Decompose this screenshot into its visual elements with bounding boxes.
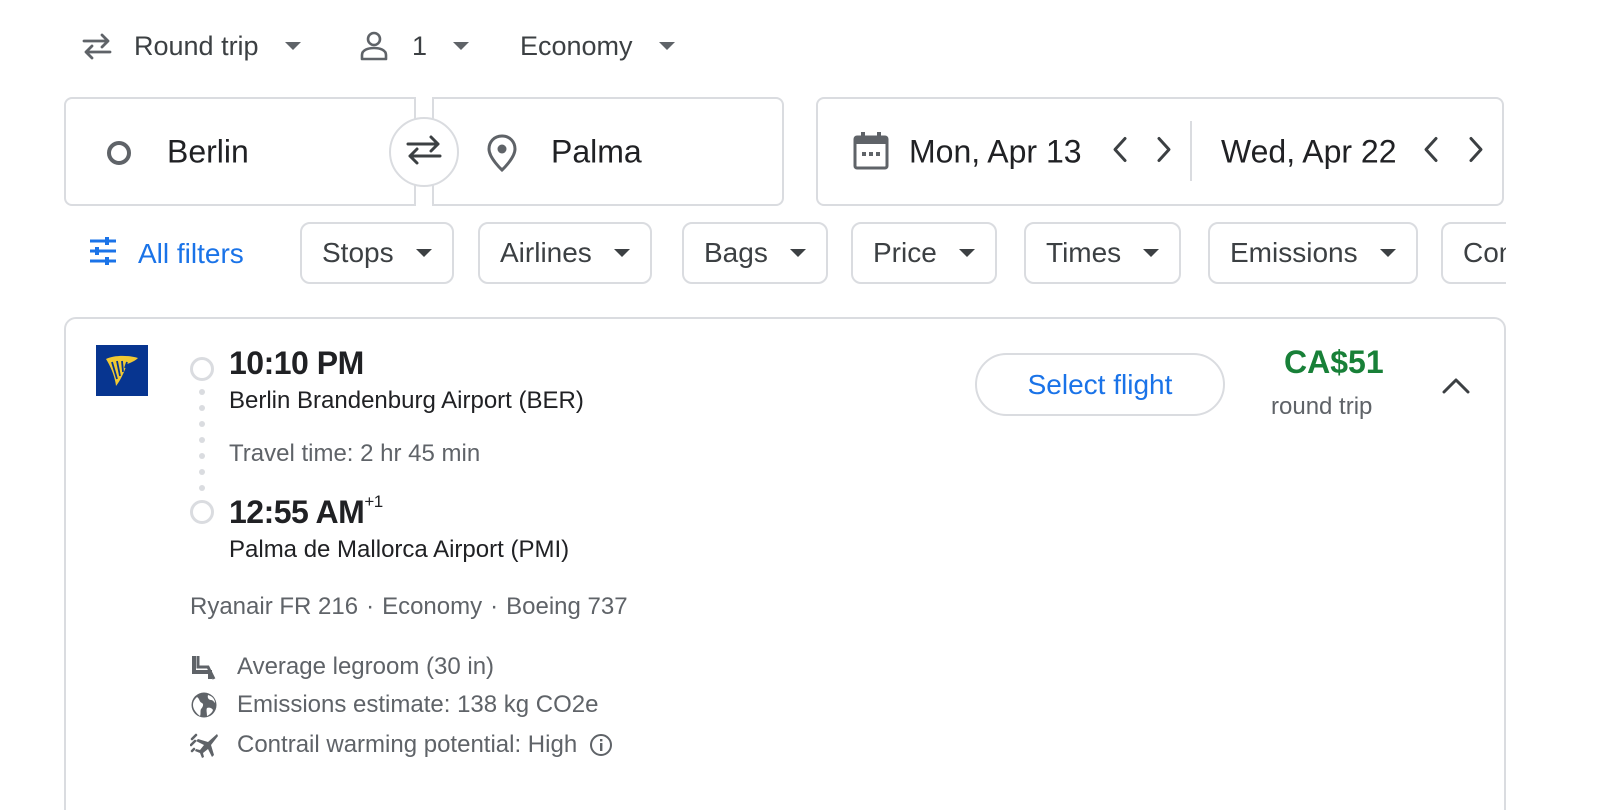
chevron-down-icon xyxy=(1143,249,1160,257)
timeline-dot xyxy=(199,453,205,459)
departure-time: 10:10 PM xyxy=(229,345,364,381)
chip-label: Stops xyxy=(322,237,394,268)
person-icon xyxy=(358,30,390,62)
timeline-dot xyxy=(199,485,205,491)
price-note: round trip xyxy=(1271,393,1373,420)
round-trip-icon xyxy=(80,31,114,61)
departure-airport: Berlin Brandenburg Airport (BER) xyxy=(229,387,584,414)
cabin-class: Economy xyxy=(382,593,483,620)
departure-ring-icon xyxy=(190,357,214,381)
filter-chip-emissions[interactable]: Emissions xyxy=(1208,222,1418,284)
timeline-dot xyxy=(199,389,205,395)
arrival-airport: Palma de Mallorca Airport (PMI) xyxy=(229,536,570,563)
chevron-down-icon xyxy=(789,249,806,257)
origin-circle-icon xyxy=(106,140,132,171)
filter-chip-connecting-airports[interactable]: Connecting airports xyxy=(1441,222,1506,284)
origin-value: Berlin xyxy=(167,133,249,169)
chevron-down-icon xyxy=(453,42,470,50)
info-icon[interactable] xyxy=(589,733,613,757)
flight-details-line: Ryanair FR 216 · Economy · Boeing 737 xyxy=(190,593,628,621)
chevron-up-icon xyxy=(1441,376,1471,401)
select-flight-button[interactable]: Select flight xyxy=(975,353,1225,416)
destination-field[interactable]: Palma xyxy=(432,97,784,206)
date-divider xyxy=(1190,121,1192,181)
emissions-row: Emissions estimate: 138 kg CO2e xyxy=(190,690,599,720)
filter-chip-bags[interactable]: Bags xyxy=(682,222,828,284)
return-next-day-button[interactable] xyxy=(1466,134,1486,169)
timeline-dot xyxy=(199,405,205,411)
arrival-time: 12:55 AM xyxy=(229,494,365,530)
timeline-dot xyxy=(199,421,205,427)
globe-icon xyxy=(190,690,222,720)
select-flight-label: Select flight xyxy=(1027,368,1173,400)
cabin-class-label: Economy xyxy=(520,30,633,61)
chevron-down-icon xyxy=(658,42,675,50)
chip-label: Times xyxy=(1046,237,1122,268)
trip-type-select[interactable]: Round trip xyxy=(80,24,301,68)
filter-chip-stops[interactable]: Stops xyxy=(300,222,454,284)
return-date[interactable]: Wed, Apr 22 xyxy=(1221,133,1397,170)
swap-locations-button[interactable] xyxy=(389,117,459,187)
flight-price: CA$51 xyxy=(1284,344,1384,380)
contrail-text: Contrail warming potential: High xyxy=(237,731,578,758)
passenger-count: 1 xyxy=(412,30,428,61)
chip-label: Connecting airports xyxy=(1463,237,1506,268)
chevron-down-icon xyxy=(284,42,301,50)
chevron-down-icon xyxy=(958,249,975,257)
depart-prev-day-button[interactable] xyxy=(1110,134,1130,169)
depart-date[interactable]: Mon, Apr 13 xyxy=(909,133,1082,170)
arrival-ring-icon xyxy=(190,500,214,524)
passengers-select[interactable]: 1 xyxy=(358,24,470,68)
all-filters-label: All filters xyxy=(138,238,244,269)
depart-next-day-button[interactable] xyxy=(1154,134,1174,169)
legroom-row: Average legroom (30 in) xyxy=(190,652,494,682)
calendar-icon xyxy=(852,130,890,177)
filter-chip-price[interactable]: Price xyxy=(851,222,997,284)
chevron-down-icon xyxy=(613,249,630,257)
separator: · xyxy=(366,593,375,620)
chip-label: Bags xyxy=(704,237,768,268)
filter-chip-airlines[interactable]: Airlines xyxy=(478,222,652,284)
chevron-down-icon xyxy=(415,249,432,257)
plane-contrail-icon xyxy=(190,730,222,760)
separator: · xyxy=(490,593,499,620)
filter-chip-times[interactable]: Times xyxy=(1024,222,1182,284)
timeline-dot xyxy=(199,469,205,475)
travel-time: Travel time: 2 hr 45 min xyxy=(229,440,481,467)
ryanair-logo-icon xyxy=(96,345,148,396)
filter-chips: Stops Airlines Bags Price Times Emission… xyxy=(300,222,1506,286)
dates-field[interactable]: Mon, Apr 13 Wed, Apr 22 xyxy=(816,97,1504,206)
chevron-down-icon xyxy=(1379,249,1396,257)
origin-field[interactable]: Berlin xyxy=(64,97,416,206)
tune-icon xyxy=(88,236,138,272)
trip-type-label: Round trip xyxy=(134,30,259,61)
location-pin-icon xyxy=(485,133,519,178)
arrival-time-block: 12:55 AM+1 xyxy=(229,492,383,531)
swap-icon xyxy=(404,134,444,171)
legroom-text: Average legroom (30 in) xyxy=(237,653,495,680)
aircraft-type: Boeing 737 xyxy=(506,593,628,620)
chip-label: Emissions xyxy=(1230,237,1358,268)
collapse-details-button[interactable] xyxy=(1438,372,1474,404)
return-prev-day-button[interactable] xyxy=(1421,134,1441,169)
emissions-text: Emissions estimate: 138 kg CO2e xyxy=(237,691,599,718)
contrail-row: Contrail warming potential: High xyxy=(190,730,613,760)
airline-flight-number: Ryanair FR 216 xyxy=(190,593,359,620)
chip-label: Price xyxy=(873,237,937,268)
chip-label: Airlines xyxy=(500,237,592,268)
cabin-class-select[interactable]: Economy xyxy=(520,24,675,68)
seat-icon xyxy=(190,652,222,682)
all-filters-button[interactable]: All filters xyxy=(88,232,244,276)
arrival-day-offset: +1 xyxy=(364,492,383,511)
destination-value: Palma xyxy=(551,133,642,169)
timeline-dot xyxy=(199,437,205,443)
